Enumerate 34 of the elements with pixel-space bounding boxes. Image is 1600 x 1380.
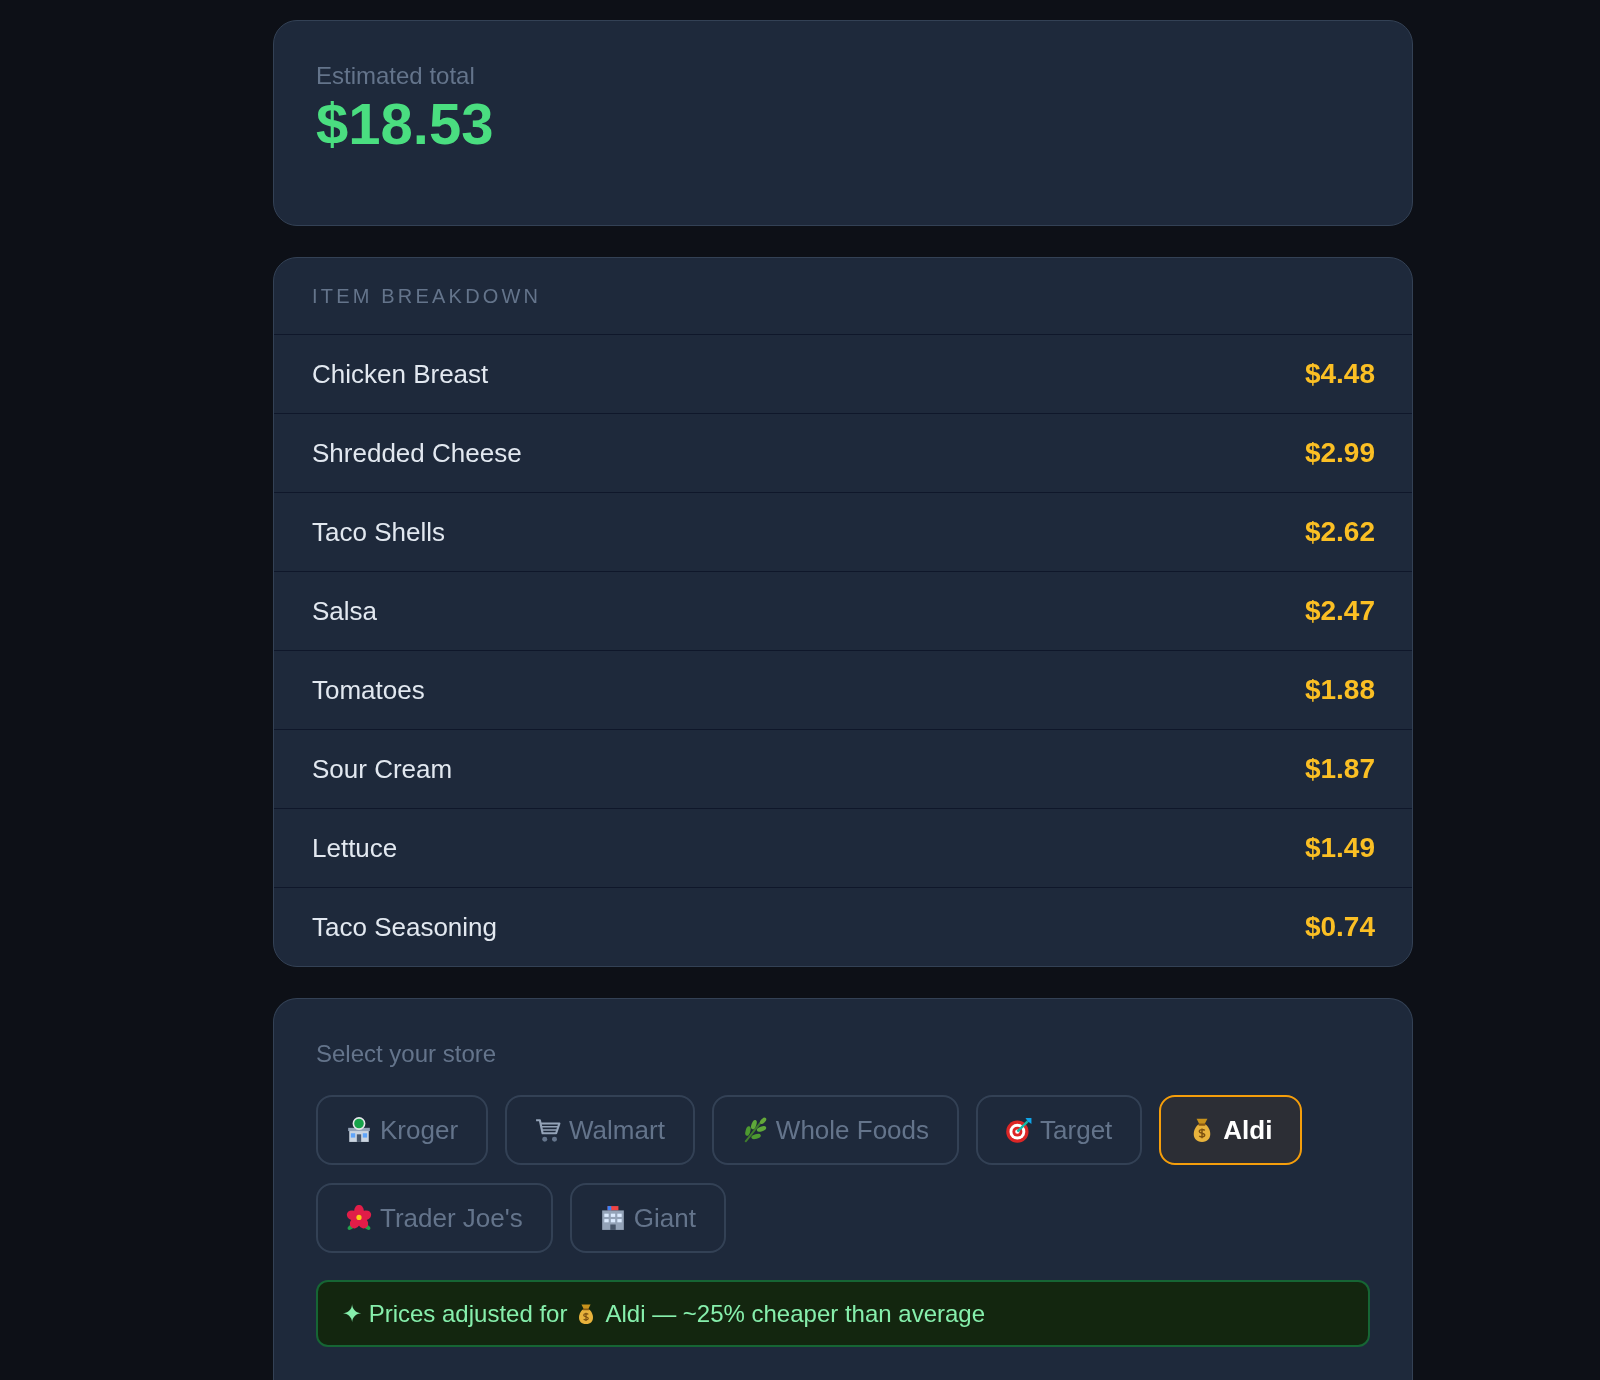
total-label: Estimated total <box>316 62 475 90</box>
item-price: $1.87 <box>1304 752 1375 786</box>
store-button[interactable]: Target <box>976 1095 1143 1165</box>
building-icon <box>599 1205 626 1231</box>
item-price: $1.88 <box>1304 673 1375 707</box>
item-price: $2.99 <box>1304 436 1375 470</box>
section-title: ITEM BREAKDOWN <box>312 284 542 309</box>
store-button[interactable]: Kroger <box>316 1095 489 1165</box>
total-amount: $18.53 <box>316 95 494 153</box>
item-price: $4.48 <box>1304 357 1375 391</box>
store-button[interactable]: Giant <box>569 1183 726 1253</box>
flower-icon <box>346 1205 372 1231</box>
notice-text: Aldi — ~25% cheaper than average <box>605 1298 986 1329</box>
cart-icon <box>535 1117 562 1143</box>
shop-icon <box>346 1117 372 1143</box>
store-button[interactable]: Trader Joe's <box>316 1183 553 1253</box>
item-name: Shredded Cheese <box>312 436 522 470</box>
item-name: Taco Shells <box>312 515 445 549</box>
store-button[interactable]: Whole Foods <box>711 1095 960 1165</box>
item-name: Taco Seasoning <box>312 910 498 944</box>
target-icon <box>1006 1117 1033 1143</box>
store-button[interactable]: Aldi <box>1159 1095 1303 1165</box>
item-price: $1.49 <box>1304 831 1375 865</box>
item-name: Sour Cream <box>312 752 453 786</box>
store-button[interactable]: Walmart <box>505 1095 695 1165</box>
item-price: $2.47 <box>1304 594 1375 628</box>
store-label: Select your store <box>316 1040 497 1068</box>
item-name: Salsa <box>312 594 378 628</box>
item-price: $0.74 <box>1304 910 1375 944</box>
item-name: Lettuce <box>312 831 398 865</box>
item-name: Tomatoes <box>312 673 425 707</box>
item-price: $2.62 <box>1304 515 1375 549</box>
item-name: Chicken Breast <box>312 357 489 391</box>
notice-text: ✦ Prices adjusted for <box>342 1298 568 1329</box>
